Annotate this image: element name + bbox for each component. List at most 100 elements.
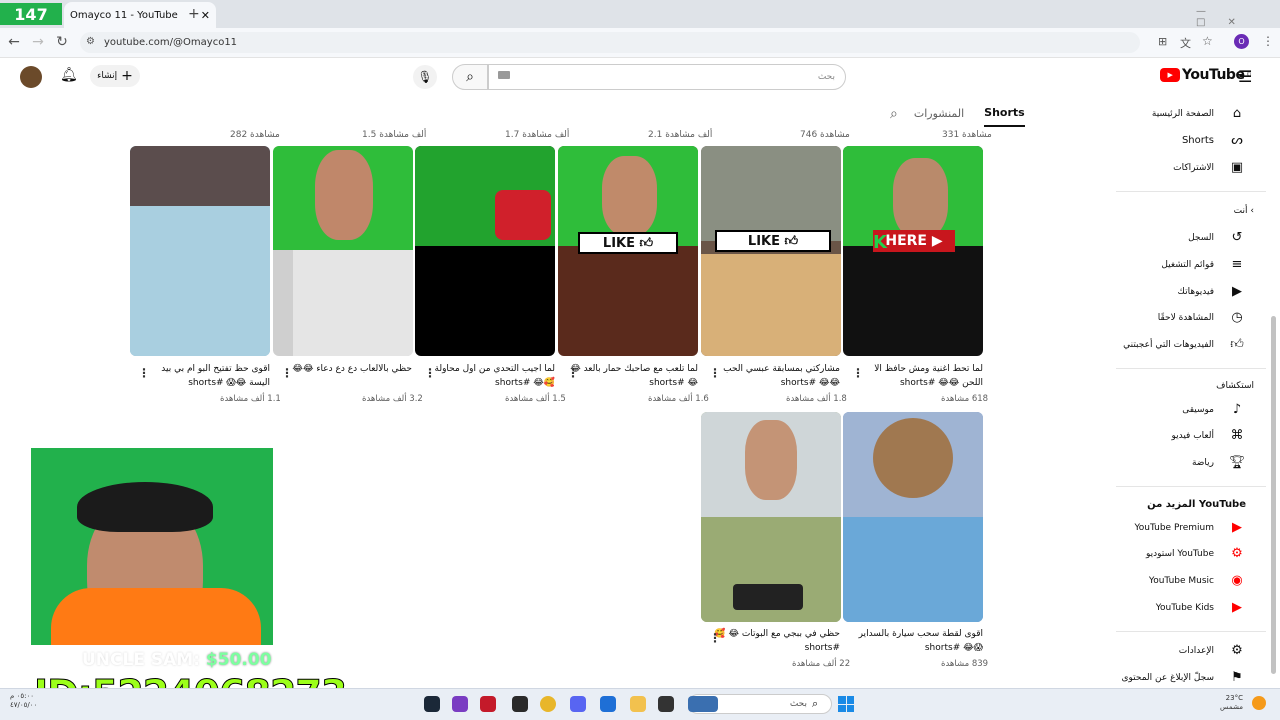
back-icon[interactable]: ←	[6, 34, 22, 50]
sidebar-item-home[interactable]: الصفحة الرئيسية ⌂	[1086, 106, 1246, 121]
short-thumbnail-4[interactable]	[415, 146, 555, 356]
bookmark-star-icon[interactable]: ☆	[1202, 34, 1213, 48]
tab-search-icon[interactable]: ⌕	[890, 106, 898, 122]
sidebar-item-premium[interactable]: YouTube Premium ▶	[1086, 520, 1246, 535]
short-menu-1-icon[interactable]: ⋮	[852, 366, 864, 380]
reload-icon[interactable]: ↻	[54, 34, 70, 50]
voice-search-icon[interactable]: 🎙︎	[413, 65, 437, 89]
short-thumbnail-2[interactable]: LIKE 👍︎	[701, 146, 841, 356]
short-views-7: 839 مشاهدة	[941, 659, 989, 669]
thumbs-up-icon: 👍︎	[1230, 337, 1244, 352]
create-button[interactable]: إنشاء +	[90, 65, 140, 87]
browser-menu-icon[interactable]: ⋮	[1262, 34, 1274, 48]
search-icon[interactable]: ⌕	[452, 64, 488, 90]
channel-tabs: ⌕ المنشورات Shorts	[890, 100, 1025, 127]
short-title-6[interactable]: اقوى حظ تفتيح البو ام بي بيد اليسة 😂😱 #s…	[142, 362, 270, 390]
short-menu-8-icon[interactable]: ⋮	[709, 631, 721, 645]
sidebar-label-gaming: ألعاب فيديو	[1171, 430, 1214, 441]
short-views-5: 3.2 ألف مشاهدة	[362, 394, 423, 404]
chrome-icon[interactable]	[540, 696, 556, 712]
app-icon-4[interactable]	[658, 696, 674, 712]
sidebar-label-studio: استوديو YouTube	[1145, 548, 1214, 559]
short-thumbnail-8[interactable]	[701, 412, 841, 622]
close-tab-icon[interactable]: ✕	[201, 9, 210, 22]
plus-icon: +	[121, 68, 133, 84]
discord-icon[interactable]	[570, 696, 586, 712]
menu-hamburger-icon[interactable]: ☰	[1238, 67, 1252, 86]
watch-later-icon: ◷	[1231, 310, 1243, 325]
sidebar-item-sports[interactable]: رياضة 🏆︎	[1086, 455, 1246, 470]
short-thumbnail-5[interactable]	[273, 146, 413, 356]
youtube-kids-icon: ▶	[1232, 600, 1242, 615]
sidebar-item-subscriptions[interactable]: الاشتراكات ▣	[1086, 160, 1246, 175]
site-info-icon[interactable]: ⚙	[86, 36, 95, 47]
sidebar-item-music-app[interactable]: YouTube Music ◉	[1086, 573, 1246, 588]
short-title-5[interactable]: حظي بالالعاب دع دع دعاء 😂😂	[284, 362, 412, 376]
weather-widget[interactable]: 23°C مشمس	[1220, 694, 1243, 712]
sidebar-label-music-app: YouTube Music	[1148, 575, 1214, 586]
new-tab-button[interactable]: +	[188, 6, 200, 22]
translate-icon[interactable]: 文	[1180, 35, 1191, 51]
short-menu-3-icon[interactable]: ⋮	[567, 366, 579, 380]
notifications-bell-icon[interactable]: 🔔︎	[60, 67, 78, 83]
sidebar-item-report[interactable]: سجلّ الإبلاغ عن المحتوى ⚑	[1086, 670, 1246, 685]
forward-icon[interactable]: →	[30, 34, 46, 50]
sidebar-item-liked[interactable]: الفيديوهات التي أعجبتني 👍︎	[1086, 337, 1246, 352]
sidebar-divider	[1116, 191, 1266, 192]
sidebar-scrollbar[interactable]	[1271, 316, 1276, 674]
sidebar-item-music[interactable]: موسيقى ♪	[1086, 402, 1246, 417]
app-icon-2[interactable]	[480, 696, 496, 712]
short-title-3[interactable]: لما تلعب مع صاحبك حمار بالعد 😂😂 #shorts	[570, 362, 698, 390]
play-logo-icon: ▶	[1160, 68, 1180, 82]
app-icon-1[interactable]	[452, 696, 468, 712]
short-title-1[interactable]: لما تحط اغنية ومش حافظ الا اللحن 😂😂 #sho…	[855, 362, 983, 390]
address-bar[interactable]: youtube.com/@Omayco11	[80, 32, 1140, 53]
sidebar-item-kids[interactable]: YouTube Kids ▶	[1086, 600, 1246, 615]
short-menu-4-icon[interactable]: ⋮	[424, 366, 436, 380]
home-icon: ⌂	[1232, 106, 1242, 121]
profile-avatar[interactable]: O	[1234, 34, 1249, 49]
short-title-2[interactable]: مشاركتي بمسابقة عبسي الحب 😂😂 #shorts	[712, 362, 840, 390]
short-thumbnail-1[interactable]: HERE ▶ K	[843, 146, 983, 356]
search-input[interactable]: بحث	[488, 64, 846, 90]
app-icon-3[interactable]	[512, 696, 528, 712]
keyboard-icon[interactable]	[498, 71, 510, 79]
webcam-overlay	[31, 448, 273, 645]
sidebar-you-heading[interactable]: أنت ‹	[1234, 206, 1254, 216]
sidebar-item-settings[interactable]: الإعدادات ⚙	[1086, 643, 1246, 658]
sidebar-item-studio[interactable]: استوديو YouTube ⚙	[1086, 546, 1246, 561]
sidebar-item-gaming[interactable]: ألعاب فيديو ⌘	[1086, 428, 1246, 443]
create-label: إنشاء	[97, 71, 118, 81]
short-thumbnail-3[interactable]: LIKE 👍︎	[558, 146, 698, 356]
short-title-4[interactable]: لما اجيب التحدي من اول محاولة 🥰😂 #shorts	[427, 362, 556, 390]
short-title-7[interactable]: اقوى لقطة سحب سيارة بالسداير 😱😂 #shorts	[855, 627, 983, 655]
short-title-8[interactable]: حظي في ببجي مع البوتات 😂 🥰 #shorts	[712, 627, 840, 655]
sidebar-label-premium: YouTube Premium	[1134, 522, 1214, 533]
file-explorer-icon[interactable]	[630, 696, 646, 712]
sidebar-item-your-videos[interactable]: فيديوهاتك ▶	[1086, 284, 1246, 299]
sidebar-item-shorts[interactable]: Shorts ᔕ	[1086, 133, 1246, 148]
shorts-icon: ᔕ	[1231, 133, 1243, 148]
window-controls[interactable]: —□✕	[1196, 6, 1280, 28]
tab-posts[interactable]: المنشورات	[914, 107, 964, 120]
short-thumbnail-6[interactable]	[130, 146, 270, 356]
taskbar-clock[interactable]: ٠٥:٠٠ م ٤٧/٠٥/٠٠	[10, 692, 37, 710]
short-menu-5-icon[interactable]: ⋮	[281, 366, 293, 380]
tab-title: Omayco 11 - YouTube	[70, 9, 178, 21]
start-windows-icon[interactable]	[838, 696, 854, 712]
sidebar-label-playlists: قوائم التشغيل	[1161, 259, 1214, 270]
install-icon[interactable]: ⊞	[1158, 35, 1167, 48]
steam-icon[interactable]	[424, 696, 440, 712]
sidebar-divider	[1116, 631, 1266, 632]
sidebar-item-watch-later[interactable]: المشاهدة لاحقًا ◷	[1086, 310, 1246, 325]
sidebar-item-playlists[interactable]: قوائم التشغيل ≡	[1086, 257, 1246, 272]
sidebar-divider	[1116, 368, 1266, 369]
top-views-1: 331 مشاهدة	[942, 130, 992, 140]
tab-shorts[interactable]: Shorts	[984, 106, 1025, 127]
store-icon[interactable]	[600, 696, 616, 712]
short-thumbnail-7[interactable]	[843, 412, 983, 622]
account-avatar[interactable]	[20, 66, 42, 88]
sidebar-item-history[interactable]: السجل ↺	[1086, 230, 1246, 245]
short-menu-6-icon[interactable]: ⋮	[138, 366, 150, 380]
short-menu-2-icon[interactable]: ⋮	[709, 366, 721, 380]
